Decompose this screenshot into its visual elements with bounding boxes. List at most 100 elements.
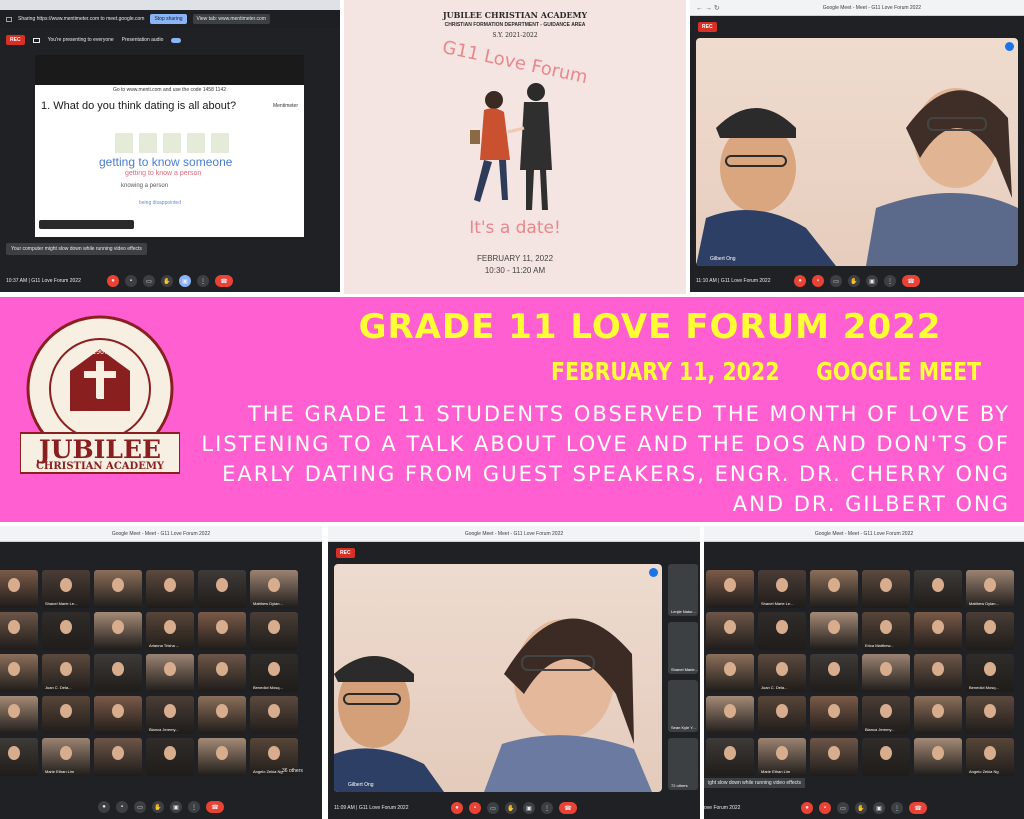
participant-tile[interactable] [810, 570, 858, 608]
more-icon[interactable]: ⋮ [884, 275, 896, 287]
mic-off-icon[interactable]: ● [107, 275, 119, 287]
participant-tile[interactable]: Shanel Marie Le... [42, 570, 90, 608]
others-count[interactable]: 36 others [282, 768, 303, 774]
participant-tile[interactable] [42, 612, 90, 650]
tab-title[interactable]: Google Meet - Meet - G11 Love Forum 2022 [726, 5, 1018, 11]
participant-tile[interactable] [706, 570, 754, 608]
mic-icon[interactable]: ● [98, 801, 110, 813]
mic-off-icon[interactable]: ● [801, 802, 813, 814]
participant-tile[interactable] [250, 696, 298, 734]
participant-tile[interactable] [198, 570, 246, 608]
participant-tile[interactable] [706, 738, 754, 776]
participant-tile[interactable] [0, 696, 38, 734]
participant-tile[interactable]: Marie Ethan Lim [42, 738, 90, 776]
tab-title[interactable]: Google Meet - Meet - G11 Love Forum 2022 [6, 531, 316, 537]
participant-tile[interactable] [914, 654, 962, 692]
participant-tile[interactable] [94, 738, 142, 776]
participant-tile[interactable] [758, 696, 806, 734]
more-icon[interactable]: ⋮ [541, 802, 553, 814]
participant-tile[interactable] [0, 738, 38, 776]
hand-icon[interactable]: ✋ [505, 802, 517, 814]
participant-tile[interactable] [966, 696, 1014, 734]
captions-icon[interactable]: ▭ [134, 801, 146, 813]
participant-tile[interactable] [0, 612, 38, 650]
side-participant-tile[interactable]: Shanel Marie... [668, 622, 698, 674]
tab-title[interactable]: Google Meet - Meet - G11 Love Forum 2022 [334, 531, 694, 537]
participant-tile[interactable] [94, 612, 142, 650]
participant-tile[interactable]: Juan C. Dela... [42, 654, 90, 692]
participant-tile[interactable] [198, 654, 246, 692]
hand-icon[interactable]: ✋ [161, 275, 173, 287]
participant-tile[interactable] [706, 654, 754, 692]
view-tab-button[interactable]: View tab: www.mentimeter.com [192, 14, 270, 24]
side-participant-tile[interactable]: 72 others [668, 738, 698, 790]
participant-tile[interactable] [758, 612, 806, 650]
participant-tile[interactable]: Matthew Dylan... [966, 570, 1014, 608]
present-button-icon[interactable]: ▣ [873, 802, 885, 814]
participant-tile[interactable] [146, 738, 194, 776]
participant-tile[interactable] [862, 654, 910, 692]
participant-tile[interactable] [198, 696, 246, 734]
participant-tile[interactable] [810, 654, 858, 692]
participant-tile[interactable] [146, 570, 194, 608]
slide-toolbar[interactable] [39, 220, 134, 229]
participant-tile[interactable] [914, 738, 962, 776]
present-button-icon[interactable]: ▣ [170, 801, 182, 813]
participant-tile[interactable] [706, 696, 754, 734]
participant-tile[interactable] [914, 696, 962, 734]
hand-icon[interactable]: ✋ [848, 275, 860, 287]
more-icon[interactable]: ⋮ [197, 275, 209, 287]
more-icon[interactable]: ⋮ [891, 802, 903, 814]
present-button-icon[interactable]: ▣ [866, 275, 878, 287]
participant-tile[interactable] [0, 570, 38, 608]
hand-icon[interactable]: ✋ [855, 802, 867, 814]
end-call-icon[interactable]: ☎ [215, 275, 233, 287]
participant-tile[interactable]: Juan C. Dela... [758, 654, 806, 692]
captions-icon[interactable]: ▭ [143, 275, 155, 287]
participant-tile[interactable] [42, 696, 90, 734]
captions-icon[interactable]: ▭ [487, 802, 499, 814]
participant-tile[interactable] [914, 612, 962, 650]
participant-tile[interactable]: Erica Matthew... [862, 612, 910, 650]
side-participant-tile[interactable]: Sean Kyle Y... [668, 680, 698, 732]
more-options-icon[interactable] [649, 568, 658, 577]
camera-icon[interactable]: ▪ [116, 801, 128, 813]
camera-off-icon[interactable]: ▪ [812, 275, 824, 287]
camera-off-icon[interactable]: ▪ [819, 802, 831, 814]
end-call-icon[interactable]: ☎ [909, 802, 927, 814]
participant-tile[interactable]: Matthew Dylan... [250, 570, 298, 608]
participant-tile[interactable]: Angelo Zekia Ng [966, 738, 1014, 776]
participant-tile[interactable] [250, 612, 298, 650]
participant-tile[interactable] [966, 612, 1014, 650]
mic-off-icon[interactable]: ● [794, 275, 806, 287]
side-participant-tile[interactable]: Lenjie Natur... [668, 564, 698, 616]
participant-tile[interactable] [810, 612, 858, 650]
mic-off-icon[interactable]: ● [451, 802, 463, 814]
participant-tile[interactable]: Bianca Jeremy... [146, 696, 194, 734]
back-icon[interactable]: ← → ↻ [696, 4, 720, 12]
participant-tile[interactable] [94, 696, 142, 734]
present-button-icon[interactable]: ▣ [523, 802, 535, 814]
participant-tile[interactable] [810, 738, 858, 776]
participant-tile[interactable]: Benedict Mosq... [966, 654, 1014, 692]
presentation-audio-toggle[interactable] [171, 37, 182, 43]
end-call-icon[interactable]: ☎ [559, 802, 577, 814]
participant-tile[interactable] [94, 654, 142, 692]
captions-icon[interactable]: ▭ [830, 275, 842, 287]
participant-tile[interactable] [914, 570, 962, 608]
more-icon[interactable]: ⋮ [188, 801, 200, 813]
participant-tile[interactable]: Bianca Jeremy... [862, 696, 910, 734]
participant-tile[interactable] [198, 612, 246, 650]
participant-tile[interactable]: Benedict Mosq... [250, 654, 298, 692]
participant-tile[interactable] [810, 696, 858, 734]
stop-sharing-button[interactable]: Stop sharing [150, 14, 187, 24]
end-call-icon[interactable]: ☎ [902, 275, 920, 287]
present-button-icon[interactable]: ▣ [179, 275, 191, 287]
tab-title[interactable]: Google Meet - Meet - G11 Love Forum 2022 [710, 531, 1018, 537]
participant-tile[interactable]: Shanel Marie Le... [758, 570, 806, 608]
more-options-icon[interactable] [1005, 42, 1014, 51]
participant-tile[interactable] [706, 612, 754, 650]
captions-icon[interactable]: ▭ [837, 802, 849, 814]
participant-tile[interactable] [862, 738, 910, 776]
participant-tile[interactable]: Arianna Trisha ... [146, 612, 194, 650]
